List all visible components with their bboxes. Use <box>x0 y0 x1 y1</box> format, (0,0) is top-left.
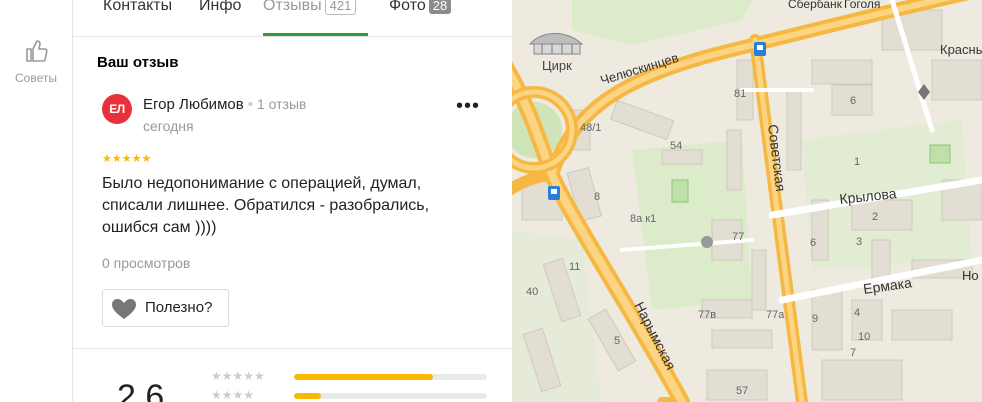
map-label-circus: Цирк <box>542 58 572 73</box>
tab-contacts[interactable]: Контакты <box>103 0 172 36</box>
house-number: 57 <box>736 385 748 397</box>
rating-bar-5 <box>294 374 487 380</box>
map-canvas: Цирк Челюскинцев Советская Крылова Ермак… <box>512 0 982 402</box>
monument-icon[interactable] <box>701 236 713 248</box>
avatar[interactable]: ЕЛ <box>102 94 132 124</box>
house-number: 7 <box>850 347 856 359</box>
active-tab-indicator <box>263 33 368 36</box>
map-label-krasny: Красны <box>940 42 982 57</box>
review-views: 0 просмотров <box>102 255 191 271</box>
author-review-count: 1 отзыв <box>256 96 307 112</box>
house-number: 81 <box>734 88 746 100</box>
tab-photos-label: Фото <box>389 0 426 14</box>
bus-stop-icon[interactable] <box>548 186 560 200</box>
more-dots-icon[interactable]: ••• <box>456 96 480 116</box>
rating-row-4-stars: ★★★★ <box>211 388 255 402</box>
house-number: 2 <box>872 211 878 223</box>
review-stars: ★★★★★ <box>102 153 152 165</box>
house-number: 11 <box>569 261 580 273</box>
house-number: 77в <box>698 309 716 321</box>
tabs-bar: Контакты Инфо Отзывы 421 Фото 28 <box>73 0 512 37</box>
left-rail: Советы <box>0 0 73 402</box>
map-label-no: Но <box>962 268 979 283</box>
house-number: 9 <box>812 313 818 325</box>
house-number: 54 <box>670 140 682 152</box>
house-number: 4 <box>854 307 860 319</box>
author-name[interactable]: Егор Любимов <box>143 96 244 113</box>
sports-field <box>929 144 951 164</box>
separator-dot: • <box>247 96 253 113</box>
map-label-sberbank: Сбербанк <box>788 0 843 11</box>
tab-photos-count: 28 <box>428 0 452 14</box>
house-number: 5 <box>614 335 620 347</box>
sports-field <box>671 179 689 203</box>
review-text: Было недопонимание с операцией, думал, с… <box>102 175 430 236</box>
review-author: Егор Любимов • 1 отзыв <box>143 96 306 113</box>
house-number: 6 <box>850 95 856 107</box>
useful-label: Полезно? <box>145 299 213 316</box>
business-panel: Контакты Инфо Отзывы 421 Фото 28 Ваш отзыв… <box>73 0 512 402</box>
house-number: 8а к1 <box>630 213 656 225</box>
tips-label: Советы <box>15 71 57 85</box>
rating-bar-4-fill <box>294 393 322 399</box>
house-number: 8 <box>594 191 600 203</box>
house-number: 6 <box>810 237 816 249</box>
house-number: 77 <box>732 231 744 243</box>
tips-button[interactable]: Советы <box>0 38 72 85</box>
your-review-title: Ваш отзыв <box>97 54 179 71</box>
house-number: 40 <box>526 286 538 298</box>
house-number: 3 <box>856 236 862 248</box>
tab-info[interactable]: Инфо <box>199 0 241 36</box>
house-number: 48/1 <box>580 122 601 134</box>
section-divider <box>73 348 512 349</box>
house-number: 1 <box>854 156 860 168</box>
house-number: 77а <box>766 309 785 321</box>
overall-score: 2,6 <box>117 378 165 402</box>
map-label-gogolya: Гоголя <box>844 0 880 11</box>
tab-reviews[interactable]: Отзывы 421 <box>263 0 357 36</box>
house-number: 10 <box>858 331 870 343</box>
thumbs-up-icon <box>26 40 48 62</box>
tab-contacts-label: Контакты <box>103 0 173 14</box>
rating-bar-4 <box>294 393 487 399</box>
rating-row-5-stars: ★★★★★ <box>211 369 265 383</box>
useful-button[interactable]: Полезно? <box>102 289 229 327</box>
review-date: сегодня <box>143 118 194 134</box>
tab-photos[interactable]: Фото 28 <box>389 0 452 36</box>
tab-reviews-count: 421 <box>324 0 357 15</box>
tab-reviews-label: Отзывы <box>263 0 322 14</box>
tab-info-label: Инфо <box>199 0 242 14</box>
map-view[interactable]: Цирк Челюскинцев Советская Крылова Ермак… <box>512 0 982 402</box>
rating-bar-5-fill <box>294 374 433 380</box>
heart-icon <box>112 299 136 319</box>
bus-stop-icon[interactable] <box>754 42 766 56</box>
